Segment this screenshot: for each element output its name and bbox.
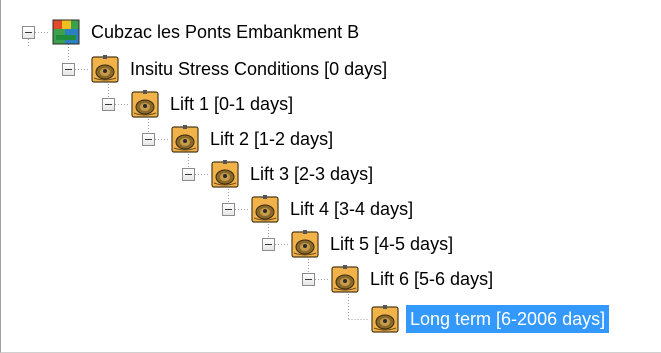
collapse-toggle-lift-6[interactable]: [302, 273, 315, 286]
stage-icon: [91, 55, 119, 83]
collapse-toggle-lift-5[interactable]: [262, 238, 275, 251]
collapse-toggle-insitu[interactable]: [62, 63, 75, 76]
stage-icon: [211, 160, 239, 188]
tree-node-stage-label[interactable]: Lift 6 [5-6 days]: [366, 265, 497, 293]
tree-node-root-label[interactable]: Cubzac les Ponts Embankment B: [87, 18, 363, 46]
collapse-toggle-lift-2[interactable]: [142, 133, 155, 146]
tree-node-stage-label[interactable]: Lift 5 [4-5 days]: [326, 230, 457, 258]
project-icon: [52, 19, 80, 45]
stage-icon: [371, 305, 399, 333]
tree-node-stage-label[interactable]: Lift 1 [0-1 days]: [166, 90, 297, 118]
tree-node-stage-label[interactable]: Lift 4 [3-4 days]: [286, 195, 417, 223]
stage-icon: [331, 265, 359, 293]
collapse-toggle-lift-1[interactable]: [102, 98, 115, 111]
collapse-toggle-lift-3[interactable]: [182, 168, 195, 181]
tree-node-stage-label-selected[interactable]: Long term [6-2006 days]: [406, 305, 610, 333]
collapse-toggle-root[interactable]: [22, 26, 35, 39]
analysis-tree[interactable]: Cubzac les Ponts Embankment B Insitu Str…: [0, 0, 661, 353]
tree-node-stage-label[interactable]: Lift 3 [2-3 days]: [246, 160, 377, 188]
tree-node-stage-label[interactable]: Insitu Stress Conditions [0 days]: [126, 55, 391, 83]
tree-node-stage-label[interactable]: Lift 2 [1-2 days]: [206, 125, 337, 153]
stage-icon: [171, 125, 199, 153]
stage-icon: [131, 90, 159, 118]
stage-icon: [291, 230, 319, 258]
collapse-toggle-lift-4[interactable]: [222, 203, 235, 216]
stage-icon: [251, 195, 279, 223]
